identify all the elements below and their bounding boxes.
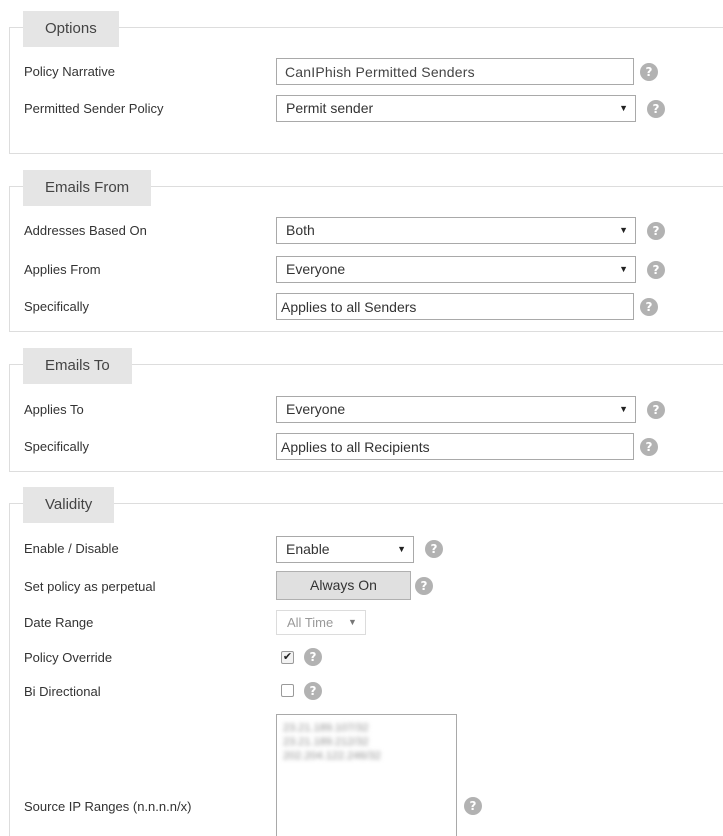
policy-narrative-label: Policy Narrative bbox=[24, 64, 116, 79]
applies-to-help-icon[interactable]: ? bbox=[647, 401, 665, 419]
enable-disable-help-icon[interactable]: ? bbox=[425, 540, 443, 558]
applies-from-select[interactable]: Everyone ▼ bbox=[276, 256, 636, 283]
bi-directional-label: Bi Directional bbox=[24, 684, 101, 699]
date-range-label: Date Range bbox=[24, 615, 94, 630]
policy-override-checkbox[interactable]: ✔ bbox=[281, 651, 294, 664]
policy-narrative-input[interactable] bbox=[276, 58, 634, 85]
specifically-to-input[interactable] bbox=[276, 433, 634, 460]
applies-to-label: Applies To bbox=[24, 402, 84, 417]
emails-to-legend: Emails To bbox=[23, 348, 132, 384]
permitted-sender-policy-value: Permit sender bbox=[286, 100, 374, 116]
source-ip-ranges-textarea[interactable]: 23.21.189.107/32 23.21.189.212/32 202.20… bbox=[276, 714, 457, 836]
source-ip-range: 23.21.189.212/32 bbox=[283, 736, 369, 748]
policy-override-help-icon[interactable]: ? bbox=[304, 648, 322, 666]
policy-narrative-help-icon[interactable]: ? bbox=[640, 63, 658, 81]
date-range-value: All Time bbox=[287, 615, 334, 630]
options-legend: Options bbox=[23, 11, 119, 47]
always-on-button[interactable]: Always On bbox=[276, 571, 411, 600]
addresses-based-on-select[interactable]: Both ▼ bbox=[276, 217, 636, 244]
chevron-down-icon: ▼ bbox=[397, 544, 406, 554]
bi-directional-help-icon[interactable]: ? bbox=[304, 682, 322, 700]
addresses-based-on-help-icon[interactable]: ? bbox=[647, 222, 665, 240]
applies-to-select[interactable]: Everyone ▼ bbox=[276, 396, 636, 423]
enable-disable-label: Enable / Disable bbox=[24, 541, 119, 556]
specifically-to-help-icon[interactable]: ? bbox=[640, 438, 658, 456]
specifically-from-help-icon[interactable]: ? bbox=[640, 298, 658, 316]
check-icon: ✔ bbox=[282, 651, 293, 663]
source-ip-ranges-label: Source IP Ranges (n.n.n.n/x) bbox=[24, 799, 192, 814]
applies-from-label: Applies From bbox=[24, 262, 101, 277]
addresses-based-on-value: Both bbox=[286, 222, 315, 238]
chevron-down-icon: ▼ bbox=[619, 225, 628, 235]
perpetual-label: Set policy as perpetual bbox=[24, 579, 156, 594]
permitted-sender-policy-help-icon[interactable]: ? bbox=[647, 100, 665, 118]
enable-disable-select[interactable]: Enable ▼ bbox=[276, 536, 414, 563]
specifically-from-input[interactable] bbox=[276, 293, 634, 320]
bi-directional-checkbox[interactable] bbox=[281, 684, 294, 697]
perpetual-help-icon[interactable]: ? bbox=[415, 577, 433, 595]
chevron-down-icon: ▼ bbox=[619, 264, 628, 274]
validity-legend: Validity bbox=[23, 487, 115, 523]
applies-to-value: Everyone bbox=[286, 401, 346, 417]
permitted-sender-policy-select[interactable]: Permit sender ▼ bbox=[276, 95, 636, 122]
applies-from-help-icon[interactable]: ? bbox=[647, 261, 665, 279]
specifically-to-label: Specifically bbox=[24, 439, 90, 454]
addresses-based-on-label: Addresses Based On bbox=[24, 223, 147, 238]
policy-override-label: Policy Override bbox=[24, 650, 113, 665]
chevron-down-icon: ▼ bbox=[619, 404, 628, 414]
source-ip-range: 202.204.122.246/32 bbox=[283, 750, 381, 762]
options-section: Options bbox=[9, 11, 723, 154]
chevron-down-icon: ▼ bbox=[619, 103, 628, 113]
emails-from-legend: Emails From bbox=[23, 170, 152, 206]
caret-down-icon: ▼ bbox=[348, 617, 357, 627]
source-ip-ranges-help-icon[interactable]: ? bbox=[464, 797, 482, 815]
specifically-from-label: Specifically bbox=[24, 299, 90, 314]
applies-from-value: Everyone bbox=[286, 261, 346, 277]
date-range-dropdown[interactable]: All Time ▼ bbox=[276, 610, 366, 635]
permitted-sender-policy-label: Permitted Sender Policy bbox=[24, 101, 164, 116]
source-ip-range: 23.21.189.107/32 bbox=[283, 722, 369, 734]
enable-disable-value: Enable bbox=[286, 541, 330, 557]
